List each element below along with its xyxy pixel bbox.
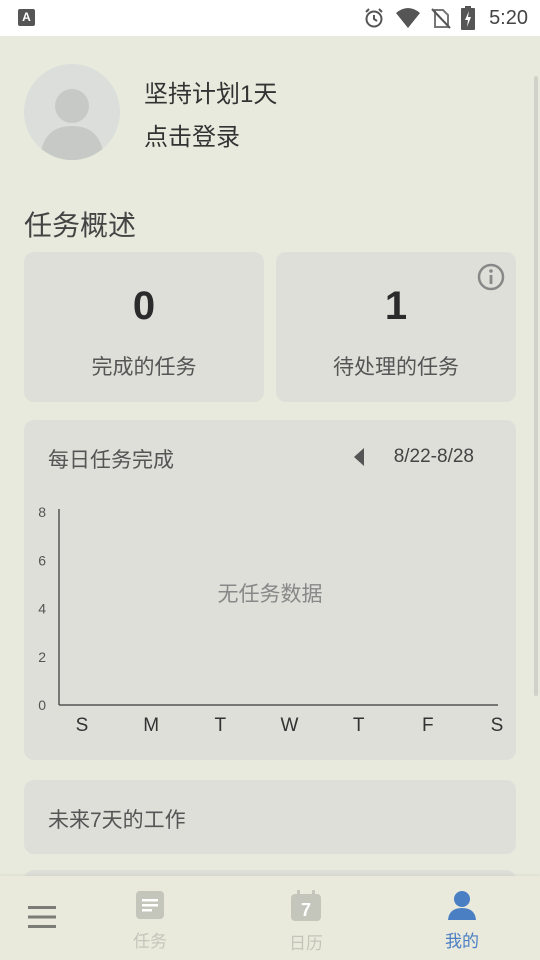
nav-profile[interactable]: 我的	[422, 890, 502, 952]
next-seven-days-card[interactable]: 未来7天的工作	[24, 780, 516, 854]
status-bar: A 5:20	[0, 0, 540, 36]
y-tick-label: 8	[38, 504, 46, 520]
profile-icon	[448, 891, 476, 920]
battery-charging-icon	[461, 6, 476, 30]
alarm-icon	[365, 8, 383, 28]
nav-profile-label: 我的	[445, 932, 479, 951]
no-sim-icon	[431, 8, 451, 29]
calendar-icon: 7	[291, 890, 321, 921]
status-time: 5:20	[489, 6, 528, 29]
next-seven-days-title: 未来7天的工作	[48, 809, 186, 832]
daily-chart-card: 每日任务完成 8/22-8/28 86420SMTWTFS 无任务数据	[24, 420, 516, 760]
x-tick-label: T	[353, 715, 365, 736]
bottom-navigation: 任务 7 日历 我的	[0, 876, 540, 960]
menu-icon	[28, 906, 56, 928]
pending-tasks-card[interactable]: 1 待处理的任务	[276, 252, 516, 402]
completed-tasks-card[interactable]: 0 完成的任务	[24, 252, 264, 402]
pending-count: 1	[384, 284, 408, 328]
nav-calendar[interactable]: 7 日历	[266, 890, 346, 954]
wifi-icon	[396, 8, 421, 28]
x-tick-label: F	[422, 715, 434, 736]
y-tick-label: 0	[38, 697, 46, 713]
default-avatar-icon	[40, 89, 104, 160]
pending-label: 待处理的任务	[333, 356, 459, 379]
x-tick-label: W	[281, 715, 299, 736]
nav-tasks-label: 任务	[133, 932, 167, 951]
scrollbar[interactable]	[534, 76, 538, 696]
avatar[interactable]	[24, 64, 120, 160]
login-link[interactable]: 点击登录	[144, 117, 240, 152]
x-tick-label: S	[76, 715, 89, 736]
streak-text: 坚持计划1天	[144, 81, 278, 108]
x-tick-label: T	[215, 715, 227, 736]
task-icon	[136, 891, 164, 919]
nav-menu[interactable]	[2, 904, 82, 935]
calendar-icon-day: 7	[301, 900, 311, 920]
nav-tasks[interactable]: 任务	[110, 890, 190, 952]
completed-count: 0	[132, 284, 156, 328]
completed-label: 完成的任务	[91, 356, 197, 379]
app-notification-icon: A	[18, 9, 35, 26]
no-data-text: 无任务数据	[217, 583, 323, 606]
profile-page: 坚持计划1天 点击登录 任务概述 0 完成的任务 1 待处理的任务 每日任务完成…	[0, 36, 540, 930]
y-tick-label: 6	[38, 552, 46, 568]
status-icons: 5:20	[363, 5, 528, 31]
overview-title: 任务概述	[24, 210, 137, 241]
y-tick-label: 2	[38, 649, 46, 665]
x-tick-label: S	[491, 715, 504, 736]
nav-calendar-label: 日历	[289, 934, 323, 953]
x-tick-label: M	[143, 715, 159, 736]
